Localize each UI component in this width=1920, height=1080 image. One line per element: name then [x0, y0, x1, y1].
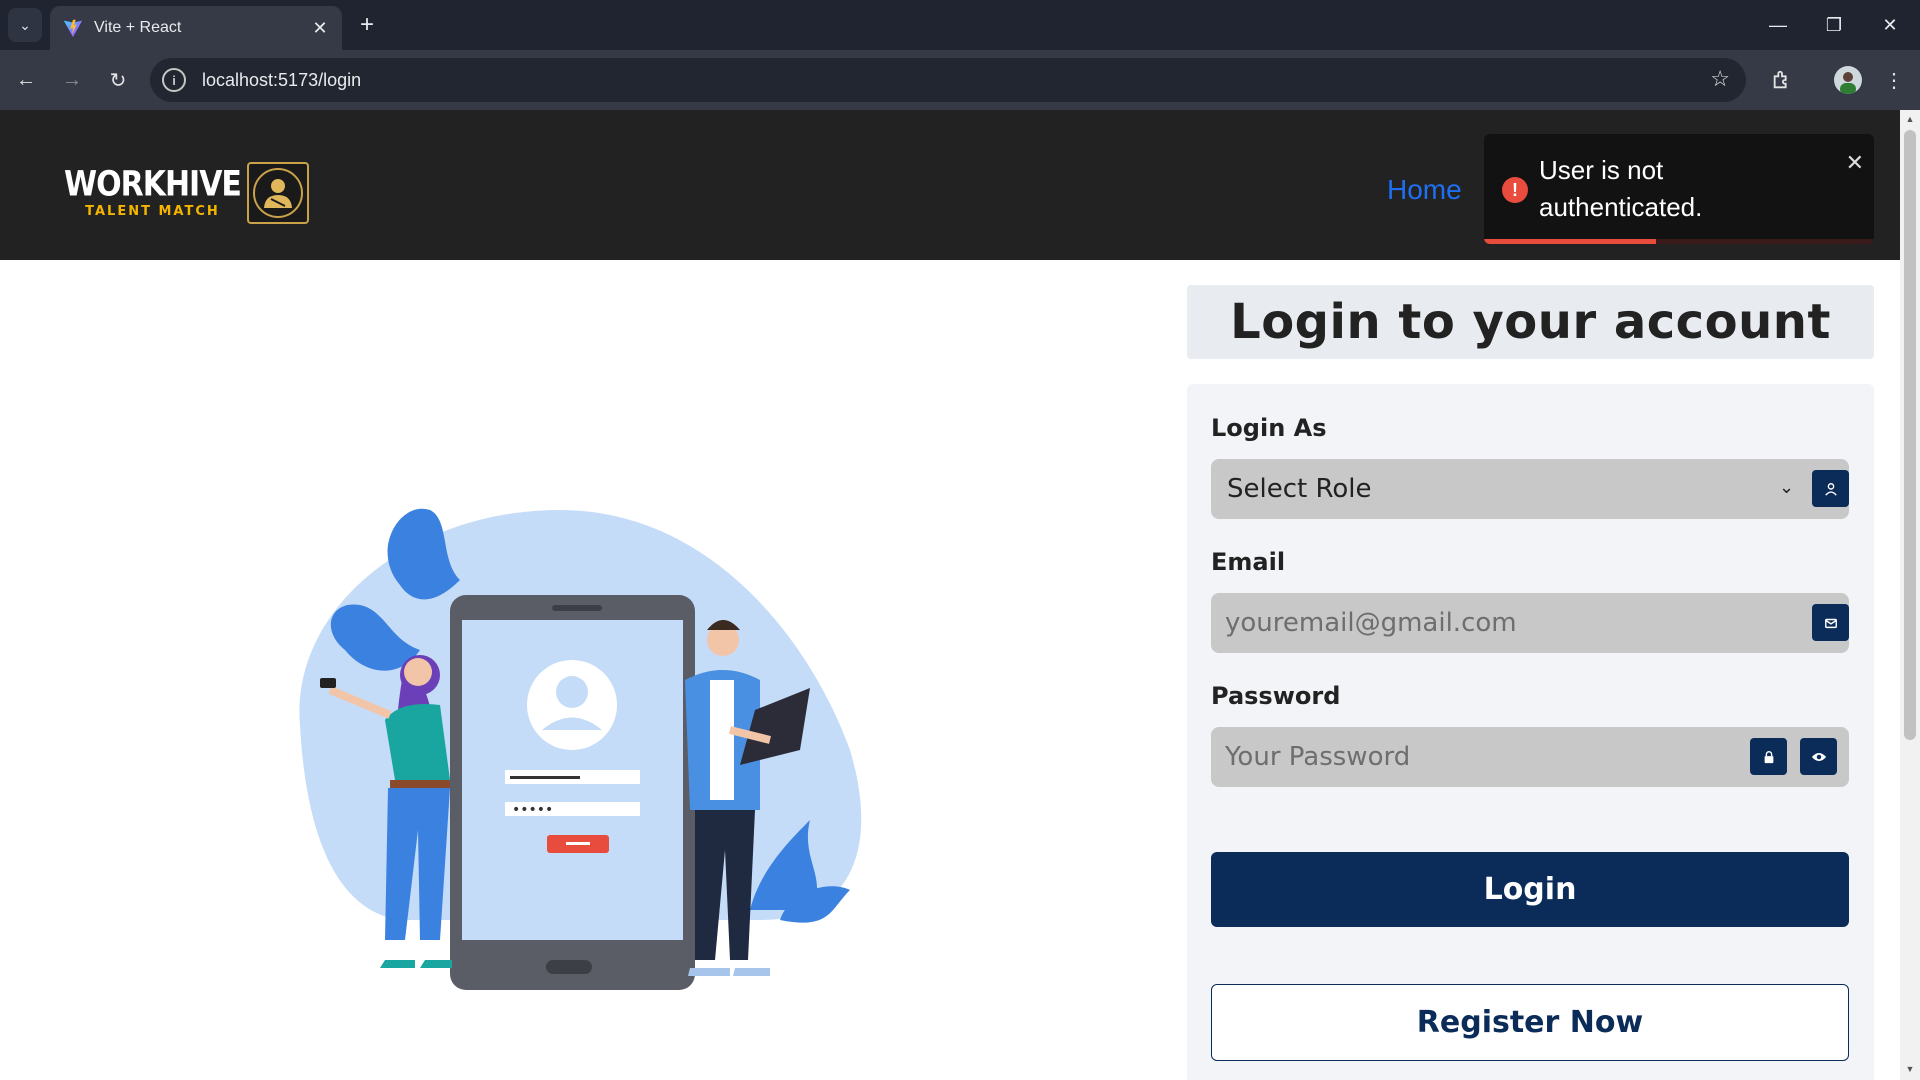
- scroll-down-icon[interactable]: ▼: [1904, 1064, 1916, 1076]
- role-label: Login As: [1211, 414, 1327, 442]
- bookmark-star-icon[interactable]: ☆: [1710, 66, 1730, 92]
- mail-icon: [1812, 604, 1849, 641]
- password-field: [1211, 727, 1849, 787]
- scrollbar-thumb[interactable]: [1904, 130, 1916, 740]
- nav-home-link[interactable]: Home: [1387, 174, 1462, 206]
- logo-sub-text: TALENT MATCH: [85, 204, 220, 219]
- logo-person-icon: [246, 162, 309, 224]
- back-icon[interactable]: ←: [8, 62, 44, 98]
- close-tab-icon[interactable]: ✕: [310, 18, 330, 39]
- login-title-box: Login to your account: [1187, 285, 1874, 359]
- page-viewport: WORKHIVE TALENT MATCH Home ! User is not…: [0, 110, 1900, 1080]
- error-icon: !: [1502, 177, 1528, 203]
- extensions-icon[interactable]: [1764, 62, 1800, 98]
- lock-icon: [1750, 738, 1787, 775]
- email-label: Email: [1211, 548, 1286, 576]
- tab-title: Vite + React: [94, 19, 182, 36]
- toast-close-icon[interactable]: ✕: [1846, 150, 1864, 176]
- workhive-logo[interactable]: WORKHIVE TALENT MATCH: [64, 162, 309, 224]
- password-label: Password: [1211, 682, 1341, 710]
- email-field: [1211, 593, 1849, 653]
- error-toast: ! User is not authenticated. ✕: [1484, 134, 1874, 244]
- site-navbar: WORKHIVE TALENT MATCH Home ! User is not…: [0, 110, 1900, 260]
- site-info-icon[interactable]: i: [162, 68, 186, 92]
- tab-search-button[interactable]: ⌄: [8, 8, 42, 42]
- minimize-icon[interactable]: —: [1750, 0, 1806, 50]
- close-window-icon[interactable]: ✕: [1862, 0, 1918, 50]
- toast-message: User is not authenticated.: [1539, 155, 1703, 222]
- chevron-down-icon: ⌄: [1779, 477, 1795, 497]
- logo-main-text: WORKHIVE: [64, 164, 242, 205]
- password-input[interactable]: [1211, 727, 1751, 787]
- scroll-up-icon[interactable]: ▲: [1904, 114, 1916, 126]
- register-now-button[interactable]: Register Now: [1211, 984, 1849, 1061]
- vite-icon: [63, 19, 83, 38]
- browser-toolbar: ← → ↻ i localhost:5173/login ☆ ⋮: [0, 50, 1920, 110]
- login-form: Login As Select Role ⌄ Email Password: [1187, 384, 1874, 1080]
- reload-icon[interactable]: ↻: [100, 62, 136, 98]
- browser-tab[interactable]: Vite + React ✕: [50, 6, 342, 50]
- browser-tab-bar: ⌄ Vite + React ✕ + — ❐ ✕: [0, 0, 1920, 50]
- page-title: Login to your account: [1230, 294, 1831, 350]
- address-url: localhost:5173/login: [202, 69, 362, 90]
- forward-icon[interactable]: →: [54, 62, 90, 98]
- profile-avatar[interactable]: [1834, 66, 1862, 94]
- role-field: Select Role ⌄: [1211, 459, 1849, 519]
- new-tab-button[interactable]: +: [352, 10, 382, 40]
- restore-icon[interactable]: ❐: [1806, 0, 1862, 50]
- svg-text:•••••: •••••: [512, 802, 553, 818]
- more-menu-icon[interactable]: ⋮: [1876, 62, 1912, 98]
- toast-progress-bar: [1484, 239, 1656, 244]
- login-button[interactable]: Login: [1211, 852, 1849, 927]
- show-password-eye-icon[interactable]: [1800, 738, 1837, 775]
- email-input[interactable]: [1211, 593, 1801, 653]
- role-select[interactable]: Select Role: [1211, 459, 1801, 519]
- address-bar[interactable]: i localhost:5173/login ☆: [150, 58, 1746, 102]
- user-icon: [1812, 470, 1849, 507]
- chevron-down-icon: ⌄: [19, 16, 31, 33]
- login-illustration: •••••: [299, 508, 862, 990]
- page-scrollbar[interactable]: ▲ ▼: [1900, 110, 1920, 1080]
